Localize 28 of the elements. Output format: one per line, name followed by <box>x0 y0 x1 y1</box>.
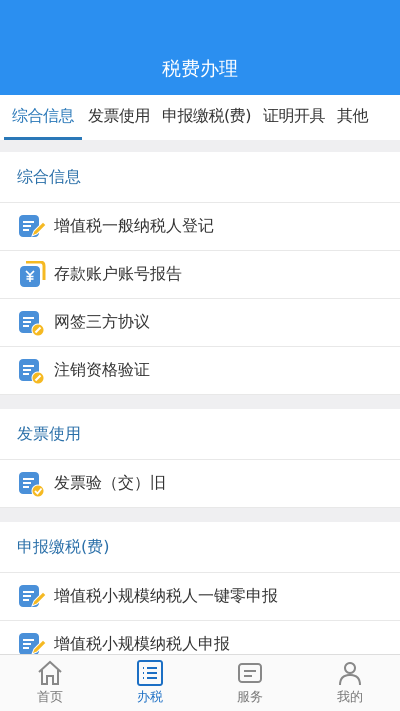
service-item[interactable]: 增值税小规模纳税人申报 <box>54 634 230 654</box>
category-tab[interactable]: 综合信息 <box>4 95 82 140</box>
nav-tab[interactable]: 办税 <box>100 655 200 711</box>
service-item[interactable]: 增值税小规模纳税人一键零申报 <box>54 586 278 607</box>
yen-card-icon <box>18 260 46 288</box>
category-tab[interactable]: 其他 <box>330 95 374 140</box>
category-tab[interactable]: 证明开具 <box>256 95 331 140</box>
link-document-icon <box>18 308 46 336</box>
service-item[interactable]: 网签三方协议 <box>54 312 150 333</box>
nav-tab[interactable]: 服务 <box>200 655 300 711</box>
service-icon <box>237 660 263 686</box>
section-title: 申报缴税(费) <box>0 522 400 573</box>
service-item[interactable]: 注销资格验证 <box>54 360 150 381</box>
section-title: 发票使用 <box>0 409 400 460</box>
nav-tab[interactable]: 我的 <box>300 655 400 711</box>
link-document-icon <box>18 356 46 384</box>
page-title: 税费办理 <box>162 57 238 82</box>
service-item[interactable]: 存款账户账号报告 <box>54 264 182 285</box>
list-icon <box>137 660 163 686</box>
service-item[interactable]: 发票验（交）旧 <box>54 473 166 494</box>
category-tab[interactable]: 发票使用 <box>82 95 156 140</box>
service-item[interactable]: 增值税一般纳税人登记 <box>54 216 214 237</box>
check-document-icon <box>18 470 46 498</box>
category-tab[interactable]: 申报缴税(费) <box>156 95 257 140</box>
home-icon <box>37 660 63 686</box>
section-title: 综合信息 <box>0 152 400 203</box>
user-icon <box>337 660 363 686</box>
nav-tab[interactable]: 首页 <box>0 655 100 711</box>
